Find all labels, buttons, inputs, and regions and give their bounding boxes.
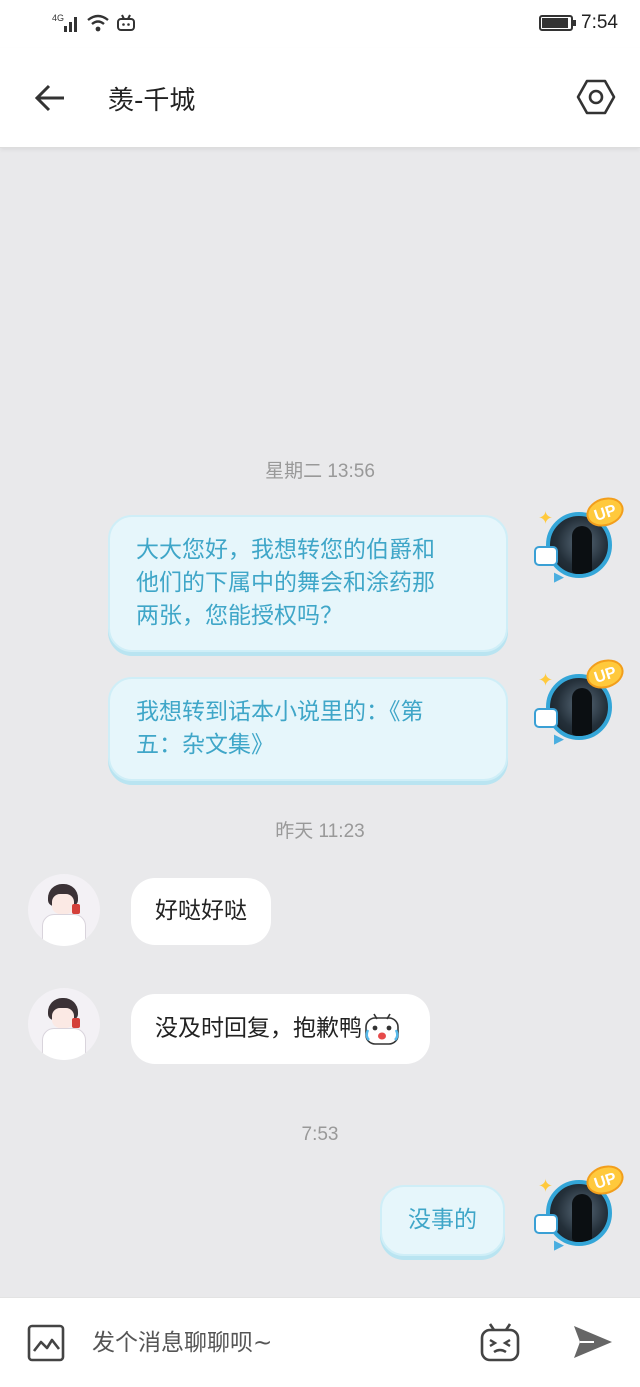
avatar[interactable]: UP ✦ ▶ — [534, 654, 628, 750]
avatar[interactable]: UP ✦ ▶ — [534, 1160, 628, 1256]
signal-icon: 4G — [52, 13, 77, 32]
status-bar: 4G 7:54 — [0, 0, 640, 48]
avatar[interactable]: UP ✦ ▶ — [534, 492, 628, 588]
hexagon-settings-icon[interactable] — [576, 77, 616, 117]
send-icon[interactable] — [572, 1323, 614, 1361]
tv-emoji-icon[interactable] — [478, 1322, 522, 1364]
crying-tv-emoji — [365, 1013, 399, 1045]
avatar[interactable] — [28, 874, 100, 946]
message-input-bar — [0, 1297, 640, 1387]
chat-header: 羡-千城 — [0, 48, 640, 148]
bilibili-tv-icon — [117, 14, 135, 31]
status-right: 7:54 — [539, 12, 618, 34]
outgoing-message[interactable]: 没事的 — [380, 1185, 505, 1256]
outgoing-message[interactable]: 大大您好，我想转您的伯爵和 他们的下属中的舞会和涂药那 两张，您能授权吗？ — [108, 515, 508, 652]
wifi-icon — [87, 14, 109, 32]
image-icon[interactable] — [26, 1323, 66, 1363]
incoming-message[interactable]: 没及时回复，抱歉鸭 — [131, 994, 430, 1064]
timestamp: 昨天 11:23 — [275, 821, 365, 842]
incoming-message[interactable]: 好哒好哒 — [131, 878, 271, 945]
battery-icon — [539, 15, 577, 31]
status-left: 4G — [52, 12, 136, 34]
status-time: 7:54 — [581, 12, 618, 33]
page-title: 羡-千城 — [108, 86, 196, 116]
timestamp: 7:53 — [301, 1124, 339, 1145]
arrow-left-icon[interactable] — [30, 78, 70, 118]
message-input[interactable] — [92, 1322, 452, 1364]
outgoing-message[interactable]: 我想转到话本小说里的：《第 五：杂文集》 — [108, 677, 508, 781]
incoming-message-text: 没及时回复，抱歉鸭 — [155, 1015, 362, 1042]
timestamp: 星期二 13:56 — [265, 461, 375, 482]
svg-text:4G: 4G — [52, 13, 64, 23]
avatar[interactable] — [28, 988, 100, 1060]
